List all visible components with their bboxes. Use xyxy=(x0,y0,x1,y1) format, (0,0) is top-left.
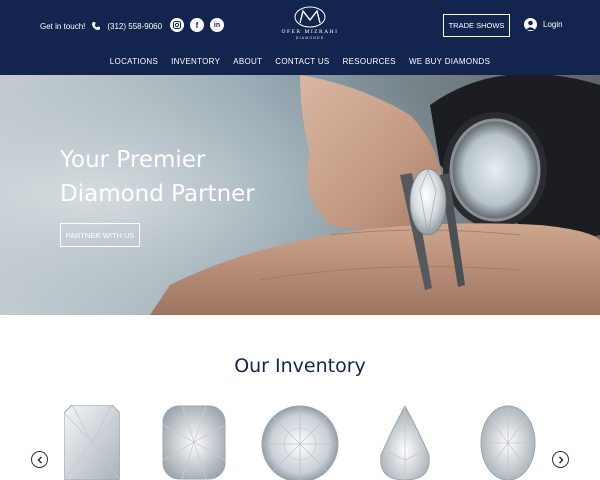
partner-with-us-button[interactable]: PARTNER WITH US xyxy=(60,223,140,247)
chevron-left-icon xyxy=(37,456,42,463)
main-nav: LOCATIONS INVENTORY ABOUT CONTACT US RES… xyxy=(0,57,600,66)
logo-m-icon xyxy=(294,6,326,28)
oval-diamond-image[interactable] xyxy=(480,405,536,480)
phone-number[interactable]: (312) 558-9060 xyxy=(107,22,162,31)
nav-about[interactable]: ABOUT xyxy=(233,57,262,66)
contact-info: Get in touch! (312) 558-9060 xyxy=(40,20,162,32)
nav-inventory[interactable]: INVENTORY xyxy=(171,57,220,66)
user-icon xyxy=(524,18,537,31)
contact-label: Get in touch! xyxy=(40,21,86,31)
radiant-diamond-image[interactable] xyxy=(64,405,120,480)
logo-sub: DIAMONDS xyxy=(295,36,325,40)
nav-contact-us[interactable]: CONTACT US xyxy=(275,57,329,66)
login-link[interactable]: Login xyxy=(524,18,563,31)
phone-icon xyxy=(91,21,101,31)
hero-title: Your Premier Diamond Partner xyxy=(60,143,320,211)
facebook-icon[interactable]: f xyxy=(190,18,204,32)
instagram-icon[interactable] xyxy=(170,18,184,32)
round-diamond-image[interactable] xyxy=(261,405,339,480)
cushion-diamond-image[interactable] xyxy=(162,405,226,480)
pear-diamond-image[interactable] xyxy=(378,405,432,480)
logo-name: OFER MIZRAHI xyxy=(281,29,339,35)
carousel-next-button[interactable] xyxy=(552,451,569,468)
social-links: f in xyxy=(170,18,224,32)
chevron-right-icon xyxy=(558,456,563,463)
nav-resources[interactable]: RESOURCES xyxy=(343,57,396,66)
carousel-prev-button[interactable] xyxy=(31,451,48,468)
site-logo[interactable]: OFER MIZRAHI DIAMONDS xyxy=(270,6,350,44)
nav-locations[interactable]: LOCATIONS xyxy=(110,57,158,66)
login-label: Login xyxy=(543,20,563,29)
nav-we-buy-diamonds[interactable]: WE BUY DIAMONDS xyxy=(409,57,490,66)
trade-shows-button[interactable]: TRADE SHOWS xyxy=(443,14,510,37)
hero-title-line2: Diamond Partner xyxy=(60,181,255,207)
inventory-title: Our Inventory xyxy=(234,355,366,377)
hero-banner: Your Premier Diamond Partner PARTNER WIT… xyxy=(0,75,600,315)
site-header: Get in touch! (312) 558-9060 f in OFER M… xyxy=(0,0,600,75)
linkedin-icon[interactable]: in xyxy=(210,18,224,32)
hero-title-line1: Your Premier xyxy=(60,147,206,173)
